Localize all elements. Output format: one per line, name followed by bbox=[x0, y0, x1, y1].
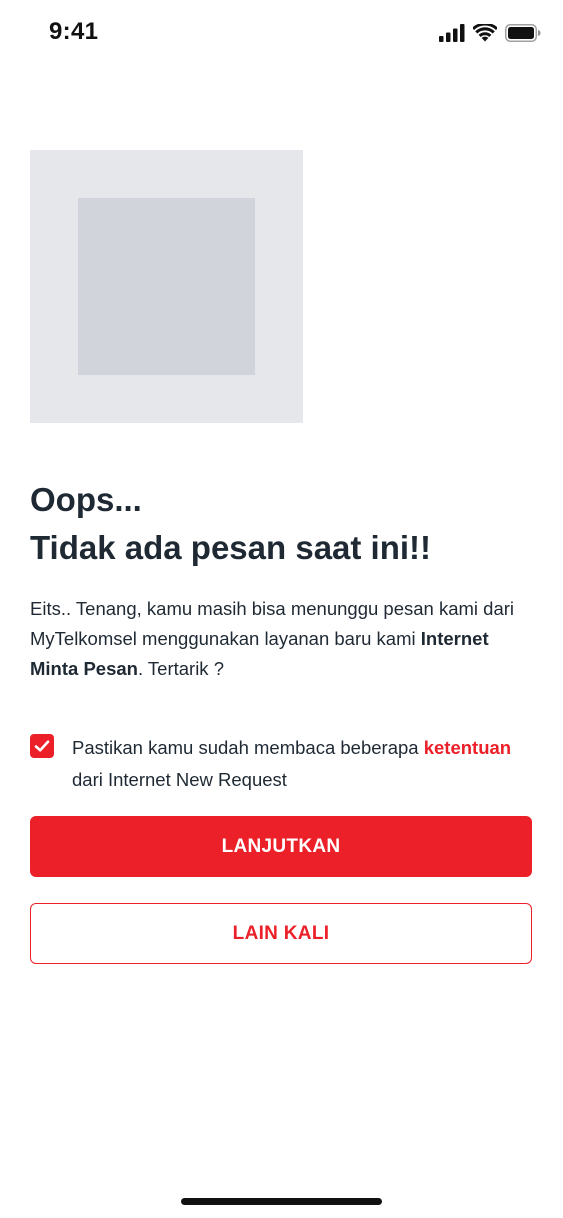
consent-text-after: dari Internet New Request bbox=[72, 769, 287, 790]
wifi-icon bbox=[472, 22, 498, 47]
title-line-oops: Oops... bbox=[30, 481, 142, 518]
battery-icon bbox=[505, 24, 541, 47]
status-bar: 9:41 bbox=[0, 0, 563, 70]
title-line-no-messages: Tidak ada pesan saat ini!! bbox=[30, 529, 432, 566]
empty-state-illustration bbox=[30, 150, 303, 423]
cellular-signal-icon bbox=[439, 24, 465, 47]
consent-text-before: Pastikan kamu sudah membaca beberapa bbox=[72, 737, 424, 758]
description-text: Eits.. Tenang, kamu masih bisa menunggu … bbox=[30, 594, 535, 684]
checkmark-icon bbox=[34, 740, 50, 752]
terms-link[interactable]: ketentuan bbox=[424, 737, 511, 758]
description-outro: . Tertarik ? bbox=[137, 658, 224, 679]
consent-text: Pastikan kamu sudah membaca beberapa ket… bbox=[72, 732, 532, 796]
later-button[interactable]: LAIN KALI bbox=[30, 903, 532, 964]
home-indicator bbox=[181, 1198, 382, 1205]
page-title: Oops... Tidak ada pesan saat ini!! bbox=[30, 476, 530, 572]
consent-checkbox[interactable] bbox=[30, 734, 54, 758]
status-time: 9:41 bbox=[49, 18, 99, 45]
status-icons bbox=[439, 22, 541, 47]
image-placeholder-icon bbox=[78, 198, 255, 375]
continue-button[interactable]: LANJUTKAN bbox=[30, 816, 532, 877]
